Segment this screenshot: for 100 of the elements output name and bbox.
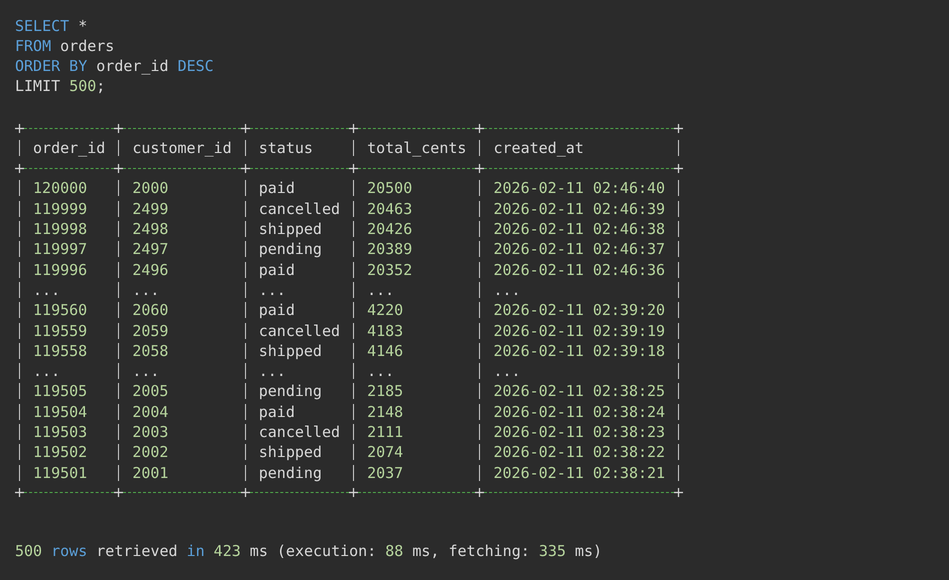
- table-cell-text: pending: [258, 381, 323, 402]
- table-cell-text: 119558: [32, 340, 88, 361]
- result-summary: 500 rows retrieved in 423 ms (execution: 88 ms, fetching: 335 ms): [15, 540, 604, 561]
- column-header: customer_id: [131, 138, 233, 158]
- table-cell-text: 2002: [131, 442, 170, 462]
- column-header: total_cents: [366, 138, 468, 158]
- table-cell-text: 2000: [131, 178, 170, 198]
- ellipsis-cell-text: ...: [131, 280, 160, 300]
- table-cell-text: 2111: [366, 422, 404, 442]
- plus-icon: [15, 124, 24, 132]
- table-cell-text: paid: [258, 260, 296, 280]
- table-cell-text: cancelled: [258, 320, 342, 341]
- table-cell-text: shipped: [258, 219, 323, 240]
- ellipsis-cell-text: ...: [32, 361, 62, 382]
- table-cell-text: 119996: [32, 260, 88, 280]
- plus-icon: [475, 164, 484, 173]
- table-cell-text: 20389: [366, 239, 414, 260]
- table-cell-text: 4220: [366, 300, 404, 320]
- table-cell-text: 119502: [32, 442, 88, 462]
- column-header: order_id: [32, 138, 106, 158]
- ellipsis-cell-text: ...: [492, 361, 522, 382]
- table-cell-text: paid: [258, 402, 296, 422]
- plus-icon: [475, 488, 484, 498]
- plus-icon: [349, 124, 358, 132]
- table-cell-text: shipped: [258, 442, 323, 462]
- table-cell-text: 20426: [366, 219, 414, 240]
- table-cell-text: 2003: [131, 422, 170, 442]
- plus-icon: [15, 488, 24, 498]
- ellipsis-cell-text: ...: [366, 280, 396, 300]
- ellipsis-cell-text: ...: [366, 361, 396, 382]
- plus-icon: [114, 164, 124, 173]
- table-cell-text: 2026-02-11 02:38:24: [492, 402, 666, 422]
- table-cell-text: 2026-02-11 02:38:21: [492, 462, 666, 483]
- sql-line: ORDER BY order_id DESC: [15, 56, 215, 76]
- plus-icon: [114, 124, 124, 132]
- ellipsis-cell-text: ...: [32, 280, 62, 300]
- plus-icon: [15, 164, 24, 173]
- table-cell-text: 2148: [366, 402, 404, 422]
- ellipsis-cell-text: ...: [492, 280, 522, 300]
- table-cell-text: 2026-02-11 02:46:38: [492, 219, 666, 240]
- table-cell-text: 119998: [32, 219, 88, 240]
- table-cell-text: 119559: [32, 320, 88, 341]
- column-header: created_at: [492, 138, 585, 158]
- table-cell-text: 2074: [366, 442, 404, 462]
- table-cell-text: 2026-02-11 02:46:39: [492, 198, 666, 219]
- table-cell-text: 2026-02-11 02:39:20: [492, 300, 666, 320]
- table-cell-text: 20500: [366, 178, 414, 198]
- table-cell-text: paid: [258, 178, 296, 198]
- table-cell-text: 4183: [366, 320, 404, 341]
- table-cell-text: pending: [258, 462, 323, 483]
- ellipsis-cell-text: ...: [258, 280, 287, 300]
- plus-icon: [240, 488, 250, 498]
- table-cell-text: 2060: [131, 300, 170, 320]
- table-cell-text: 120000: [32, 178, 88, 198]
- plus-icon: [349, 488, 358, 498]
- table-cell-text: 20352: [366, 260, 414, 280]
- table-cell-text: 119997: [32, 239, 88, 260]
- plus-icon: [674, 164, 684, 173]
- ellipsis-cell-text: ...: [131, 361, 160, 382]
- sql-line: SELECT *: [15, 16, 88, 36]
- sql-line: LIMIT 500;: [15, 76, 106, 96]
- table-cell-text: 119503: [32, 422, 88, 442]
- table-cell-text: 119504: [32, 402, 88, 422]
- plus-icon: [674, 124, 684, 132]
- table-cell-text: 2026-02-11 02:38:23: [492, 422, 666, 442]
- table-cell-text: 2185: [366, 381, 404, 402]
- plus-icon: [240, 124, 250, 132]
- plus-icon: [114, 488, 124, 498]
- plus-icon: [674, 488, 684, 498]
- sql-line: FROM orders: [15, 36, 116, 56]
- ellipsis-cell-text: ...: [258, 361, 287, 382]
- table-cell-text: paid: [258, 300, 296, 320]
- table-cell-text: 119501: [32, 462, 88, 483]
- table-cell-text: 119505: [32, 381, 88, 402]
- table-cell-text: 2498: [131, 219, 170, 240]
- table-cell-text: 2026-02-11 02:39:18: [492, 340, 666, 361]
- plus-icon: [240, 164, 250, 173]
- table-cell-text: 4146: [366, 340, 404, 361]
- table-cell-text: 2026-02-11 02:38:22: [492, 442, 666, 462]
- table-cell-text: 2497: [131, 239, 170, 260]
- table-cell-text: 2496: [131, 260, 170, 280]
- column-header: status: [258, 138, 314, 158]
- table-cell-text: 2026-02-11 02:39:19: [492, 320, 666, 341]
- table-cell-text: pending: [258, 239, 323, 260]
- table-cell-text: 2004: [131, 402, 170, 422]
- table-cell-text: cancelled: [258, 422, 342, 442]
- table-cell-text: 2001: [131, 462, 170, 483]
- table-cell-text: cancelled: [258, 198, 342, 219]
- table-cell-text: shipped: [258, 340, 323, 361]
- table-cell-text: 119560: [32, 300, 88, 320]
- table-cell-text: 119999: [32, 198, 88, 219]
- table-cell-text: 20463: [366, 198, 414, 219]
- table-cell-text: 2059: [131, 320, 170, 341]
- table-cell-text: 2026-02-11 02:46:37: [492, 239, 666, 260]
- table-cell-text: 2499: [131, 198, 170, 219]
- plus-icon: [475, 124, 484, 132]
- table-cell-text: 2037: [366, 462, 404, 483]
- table-cell-text: 2005: [131, 381, 170, 402]
- table-cell-text: 2026-02-11 02:46:36: [492, 260, 666, 280]
- table-cell-text: 2058: [131, 340, 170, 361]
